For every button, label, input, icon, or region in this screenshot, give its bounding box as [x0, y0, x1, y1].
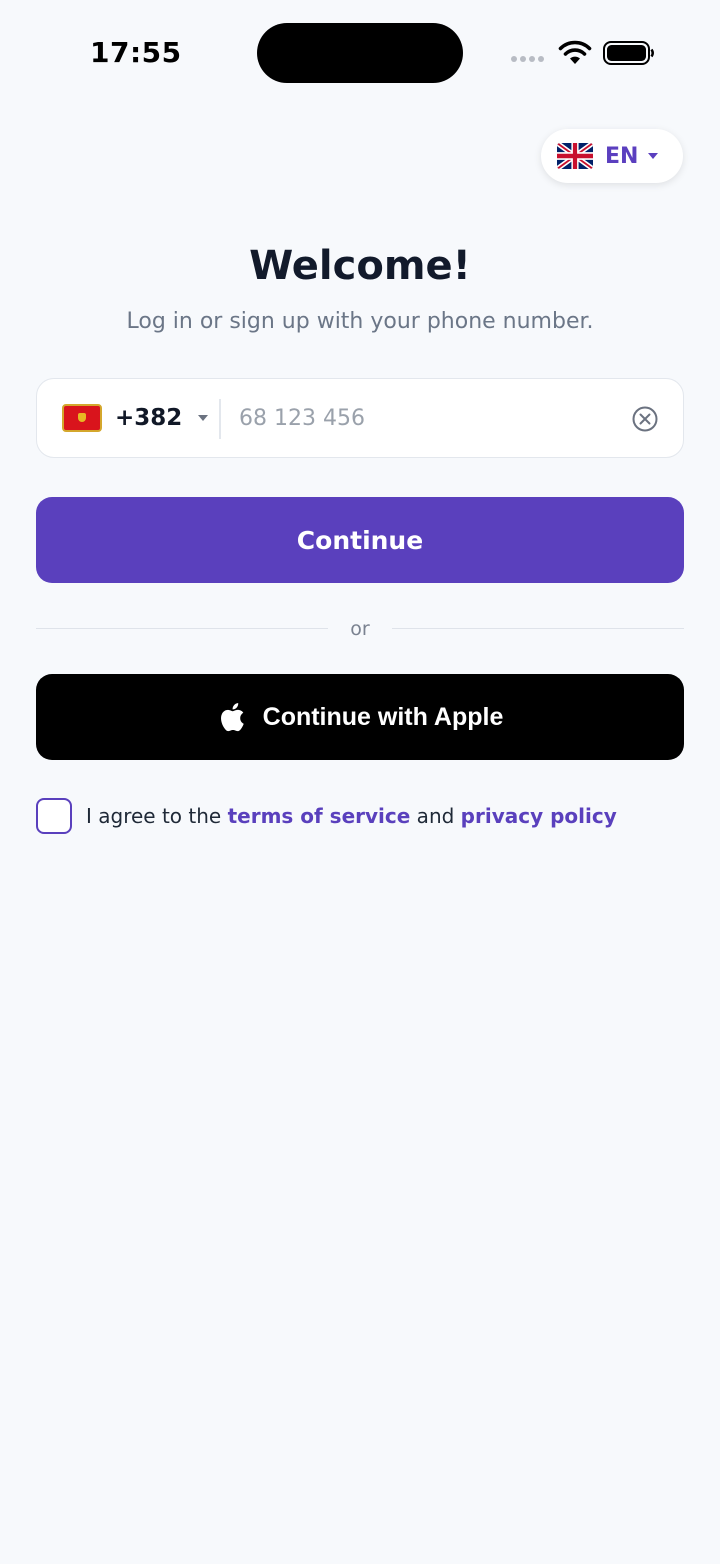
status-bar: 17:55 — [0, 0, 720, 110]
chevron-down-icon — [648, 153, 659, 159]
phone-input[interactable] — [239, 391, 619, 445]
wifi-icon — [558, 40, 592, 64]
terms-text: I agree to the terms of service and priv… — [86, 804, 617, 828]
divider-line — [392, 628, 684, 629]
country-code-selector[interactable]: +382 — [37, 379, 219, 456]
language-code: EN — [605, 143, 639, 169]
apple-button-label: Continue with Apple — [262, 702, 504, 731]
dial-code: +382 — [115, 404, 183, 431]
page-title: Welcome! — [249, 243, 471, 289]
status-time: 17:55 — [90, 36, 182, 69]
language-selector[interactable]: EN — [541, 129, 683, 183]
phone-field: +382 — [36, 378, 684, 458]
terms-of-service-link[interactable]: terms of service — [228, 804, 411, 828]
terms-prefix: I agree to the — [86, 804, 228, 828]
privacy-policy-link[interactable]: privacy policy — [461, 804, 617, 828]
page-subtitle: Log in or sign up with your phone number… — [126, 309, 594, 334]
field-divider — [219, 399, 221, 439]
or-separator: or — [350, 618, 370, 640]
terms-checkbox[interactable] — [36, 798, 72, 834]
apple-logo-icon — [220, 703, 244, 732]
terms-middle: and — [410, 804, 461, 828]
terms-row: I agree to the terms of service and priv… — [36, 798, 617, 834]
montenegro-flag-icon — [62, 403, 102, 432]
uk-flag-icon — [557, 143, 593, 169]
dynamic-island — [257, 23, 463, 83]
continue-button[interactable]: Continue — [36, 497, 684, 583]
cellular-signal-icon — [511, 56, 544, 62]
clear-icon[interactable] — [631, 405, 659, 433]
continue-with-apple-button[interactable]: Continue with Apple — [36, 674, 684, 760]
battery-icon — [603, 41, 654, 65]
chevron-down-icon — [198, 414, 209, 421]
